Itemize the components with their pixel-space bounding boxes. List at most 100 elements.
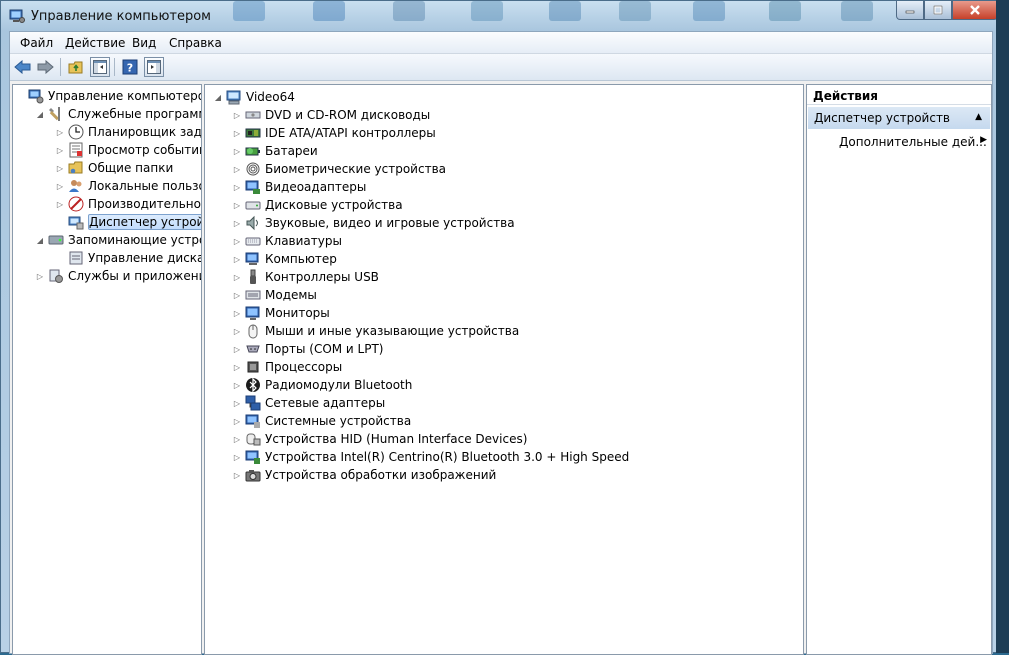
device-category[interactable]: ▷ DVD и CD-ROM дисководы [232, 106, 430, 124]
window-title: Управление компьютером [31, 9, 211, 24]
console-tree-item[interactable]: ▷ Планировщик заданий [55, 123, 201, 141]
expand-arrow-icon[interactable]: ▷ [55, 128, 65, 137]
expand-arrow-icon[interactable]: ▷ [232, 273, 242, 282]
expand-arrow-icon[interactable]: ▷ [232, 435, 242, 444]
device-category[interactable]: ▷ Порты (COM и LPT) [232, 340, 384, 358]
console-tree-item[interactable]: Диспетчер устройств [55, 213, 201, 231]
expand-arrow-icon[interactable]: ▷ [232, 453, 242, 462]
expand-arrow-icon[interactable]: ▷ [55, 164, 65, 173]
console-tree-item[interactable]: ◢ Служебные программы [35, 105, 201, 123]
expand-arrow-icon[interactable]: ◢ [35, 110, 45, 119]
console-tree-item-label: Служебные программы [68, 107, 201, 121]
collapse-triangle-icon[interactable]: ▲ [975, 112, 982, 122]
device-category[interactable]: ▷ Дисковые устройства [232, 196, 403, 214]
device-category[interactable]: ▷ Сетевые адаптеры [232, 394, 385, 412]
device-category[interactable]: ▷ Мониторы [232, 304, 330, 322]
mouse-icon [248, 324, 258, 339]
console-tree-item[interactable]: ◢ Запоминающие устройст [35, 231, 201, 249]
device-category[interactable]: ▷ Батареи [232, 142, 318, 160]
device-category[interactable]: ▷ Радиомодули Bluetooth [232, 376, 412, 394]
battery-icon [245, 147, 260, 156]
expand-arrow-icon[interactable]: ▷ [232, 165, 242, 174]
device-category[interactable]: ▷ Устройства HID (Human Interface Devices… [232, 430, 527, 448]
device-category[interactable]: ▷ Мыши и иные указывающие устройства [232, 322, 519, 340]
help-icon: ? [122, 59, 138, 75]
console-tree-icon [93, 60, 107, 74]
more-actions-item[interactable]: Дополнительные дей... ▶ [839, 135, 989, 149]
menu-action[interactable]: Действие [65, 36, 125, 50]
menu-file[interactable]: Файл [20, 36, 53, 50]
console-tree-item-label: Просмотр событий [88, 143, 202, 157]
expand-arrow-icon[interactable]: ▷ [232, 255, 242, 264]
expand-arrow-icon[interactable]: ▷ [232, 147, 242, 156]
actions-section-device-manager[interactable]: Диспетчер устройств ▲ [808, 107, 990, 129]
expand-arrow-icon[interactable]: ▷ [232, 219, 242, 228]
collapse-arrow-icon[interactable]: ◢ [213, 93, 223, 102]
device-category-label: Процессоры [265, 360, 343, 374]
console-tree-item[interactable]: ▷ Производительность [55, 195, 201, 213]
device-category[interactable]: ▷ Компьютер [232, 250, 337, 268]
show-hide-console-tree-button[interactable] [90, 57, 110, 77]
device-category[interactable]: ▷ Устройства обработки изображений [232, 466, 496, 484]
device-tree-root[interactable]: ◢ Video64 [213, 88, 295, 106]
device-category[interactable]: ▷ Устройства Intel(R) Centrino(R) Bluetoo… [232, 448, 629, 466]
expand-arrow-icon[interactable]: ▷ [232, 291, 242, 300]
console-tree-pane[interactable]: Управление компьютером (л◢Служебные прог… [12, 84, 202, 655]
device-category[interactable]: ▷ Процессоры [232, 358, 342, 376]
expand-arrow-icon[interactable]: ▷ [55, 182, 65, 191]
console-tree-item[interactable]: Управление компьютером (л [15, 87, 201, 105]
title-bar[interactable]: Управление компьютером [1, 1, 1001, 31]
expand-arrow-icon[interactable]: ▷ [232, 399, 242, 408]
device-category[interactable]: ▷ Контроллеры USB [232, 268, 379, 286]
expand-arrow-icon[interactable]: ▷ [55, 146, 65, 155]
back-button[interactable] [13, 57, 33, 77]
expand-arrow-icon[interactable]: ▷ [232, 363, 242, 372]
device-tree-pane[interactable]: ◢ Video64 ▷ DVD и CD-ROM дисководы ▷ IDE AT… [204, 84, 804, 655]
menu-view[interactable]: Вид [132, 36, 156, 50]
console-tree-item-label: Управление компьютером (л [48, 89, 201, 103]
expand-arrow-icon[interactable]: ▷ [232, 309, 242, 318]
expand-arrow-icon[interactable]: ▷ [232, 345, 242, 354]
device-category[interactable]: ▷ Биометрические устройства [232, 160, 446, 178]
device-category-label: Системные устройства [265, 414, 412, 428]
console-tree-item[interactable]: ▷ Просмотр событий [55, 141, 202, 159]
close-button[interactable] [952, 1, 998, 20]
device-category[interactable]: ▷ Системные устройства [232, 412, 411, 430]
up-level-button[interactable] [66, 57, 86, 77]
expand-arrow-icon[interactable]: ◢ [35, 236, 45, 245]
device-category[interactable]: ▷ Модемы [232, 286, 317, 304]
console-tree-item-label: Управление дисками [88, 251, 201, 265]
console-tree-item[interactable]: Управление дисками [55, 249, 201, 267]
console-tree-item[interactable]: ▷ Службы и приложения [35, 267, 201, 285]
console-tree-item-label: Запоминающие устройст [68, 233, 201, 247]
device-manager-icon [68, 216, 84, 230]
expand-arrow-icon[interactable]: ▷ [232, 201, 242, 210]
console-tree-item[interactable]: ▷ Общие папки [55, 159, 173, 177]
expand-arrow-icon[interactable]: ▷ [232, 111, 242, 120]
dvd-drive-icon [245, 111, 261, 119]
expand-arrow-icon[interactable]: ▷ [232, 129, 242, 138]
expand-arrow-icon[interactable]: ▷ [232, 381, 242, 390]
forward-button[interactable] [35, 57, 55, 77]
computer-management-window: Управление компьютером Файл Действие Вид… [0, 0, 1001, 655]
expand-arrow-icon[interactable]: ▷ [55, 200, 65, 209]
minimize-button[interactable] [896, 1, 924, 20]
show-hide-action-pane-button[interactable] [144, 57, 164, 77]
menu-help[interactable]: Справка [169, 36, 222, 50]
expand-arrow-icon[interactable]: ▷ [35, 272, 45, 281]
minimize-icon [905, 10, 915, 14]
expand-arrow-icon[interactable]: ▷ [232, 183, 242, 192]
device-category[interactable]: ▷ Видеоадаптеры [232, 178, 366, 196]
expand-arrow-icon[interactable]: ▷ [232, 417, 242, 426]
help-button[interactable]: ? [120, 57, 140, 77]
device-category[interactable]: ▷ IDE ATA/ATAPI контроллеры [232, 124, 436, 142]
expand-arrow-icon[interactable]: ▷ [232, 471, 242, 480]
maximize-button[interactable] [924, 1, 952, 20]
device-category[interactable]: ▷ Звуковые, видео и игровые устройства [232, 214, 515, 232]
device-category-label: Видеоадаптеры [265, 180, 367, 194]
toolbar-separator [114, 58, 115, 76]
expand-arrow-icon[interactable]: ▷ [232, 237, 242, 246]
device-category[interactable]: ▷ Клавиатуры [232, 232, 342, 250]
expand-arrow-icon[interactable]: ▷ [232, 327, 242, 336]
console-tree-item[interactable]: ▷ Локальные пользовате [55, 177, 201, 195]
